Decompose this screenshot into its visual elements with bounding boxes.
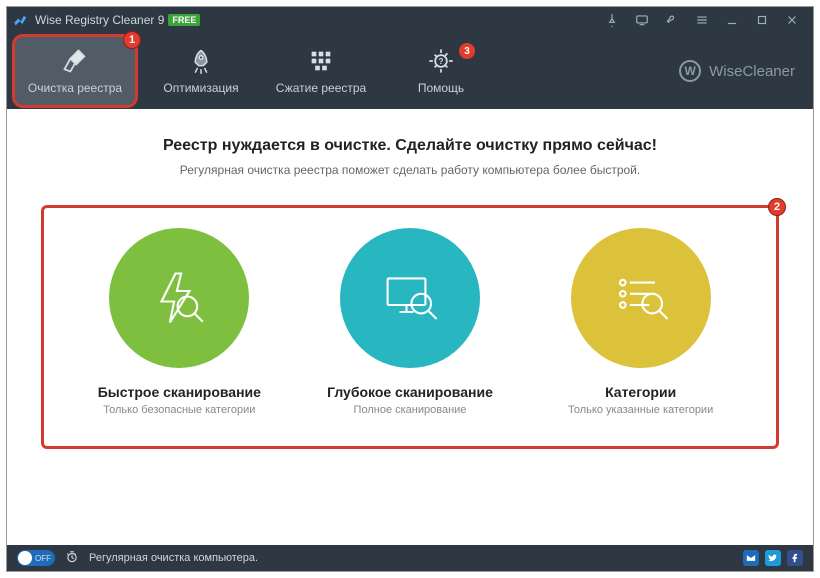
action-title: Быстрое сканирование	[98, 384, 261, 400]
nav-registry-cleanup[interactable]: Очистка реестра 1	[15, 37, 135, 105]
action-title: Глубокое сканирование	[327, 384, 493, 400]
action-sub: Только безопасные категории	[103, 404, 255, 416]
nav-help[interactable]: ? Помощь 3	[381, 33, 501, 109]
status-text: Регулярная очистка компьютера.	[89, 552, 258, 564]
close-button[interactable]	[777, 7, 807, 33]
status-bar: OFF Регулярная очистка компьютера.	[7, 545, 813, 571]
nav-label: Сжатие реестра	[276, 81, 366, 95]
mail-icon[interactable]	[743, 550, 759, 566]
maximize-button[interactable]	[747, 7, 777, 33]
brand[interactable]: W WiseCleaner	[679, 60, 795, 82]
svg-text:?: ?	[439, 57, 444, 66]
app-logo-icon	[13, 12, 29, 28]
free-badge: FREE	[168, 14, 200, 26]
compress-icon	[307, 47, 335, 75]
action-title: Категории	[605, 384, 676, 400]
minimize-button[interactable]	[717, 7, 747, 33]
tools-icon[interactable]	[657, 7, 687, 33]
toggle-label: OFF	[35, 554, 51, 563]
monitor-scan-icon	[340, 228, 480, 368]
headline: Реестр нуждается в очистке. Сделайте очи…	[41, 137, 779, 155]
actions-box: 2 Быстрое сканирование Только безопасные…	[41, 205, 779, 449]
brand-label: WiseCleaner	[709, 63, 795, 80]
title-bar: Wise Registry Cleaner 9 FREE	[7, 7, 813, 33]
help-badge: 3	[459, 43, 475, 59]
callout-2: 2	[768, 198, 786, 216]
schedule-toggle[interactable]: OFF	[17, 550, 55, 566]
action-deep-scan[interactable]: Глубокое сканирование Полное сканировани…	[310, 228, 510, 416]
nav-bar: Очистка реестра 1 Оптимизация Сжатие рее…	[7, 33, 813, 109]
menu-icon[interactable]	[687, 7, 717, 33]
bolt-scan-icon	[109, 228, 249, 368]
action-categories[interactable]: Категории Только указанные категории	[541, 228, 741, 416]
action-fast-scan[interactable]: Быстрое сканирование Только безопасные к…	[79, 228, 279, 416]
gear-help-icon: ?	[427, 47, 455, 75]
nav-registry-compress[interactable]: Сжатие реестра	[261, 33, 381, 109]
nav-label: Помощь	[418, 81, 464, 95]
action-sub: Только указанные категории	[568, 404, 713, 416]
nav-optimization[interactable]: Оптимизация	[141, 33, 261, 109]
content-area: Реестр нуждается в очистке. Сделайте очи…	[7, 109, 813, 545]
callout-1: 1	[123, 31, 141, 49]
brush-icon	[61, 47, 89, 75]
clock-icon	[65, 550, 79, 567]
facebook-icon[interactable]	[787, 550, 803, 566]
brand-icon: W	[679, 60, 701, 82]
twitter-icon[interactable]	[765, 550, 781, 566]
feedback-icon[interactable]	[627, 7, 657, 33]
nav-label: Очистка реестра	[28, 81, 122, 95]
action-sub: Полное сканирование	[354, 404, 467, 416]
app-title: Wise Registry Cleaner 9	[35, 13, 164, 27]
list-scan-icon	[571, 228, 711, 368]
pin-icon[interactable]	[597, 7, 627, 33]
subheadline: Регулярная очистка реестра поможет сдела…	[41, 163, 779, 177]
rocket-icon	[187, 47, 215, 75]
nav-label: Оптимизация	[163, 81, 238, 95]
